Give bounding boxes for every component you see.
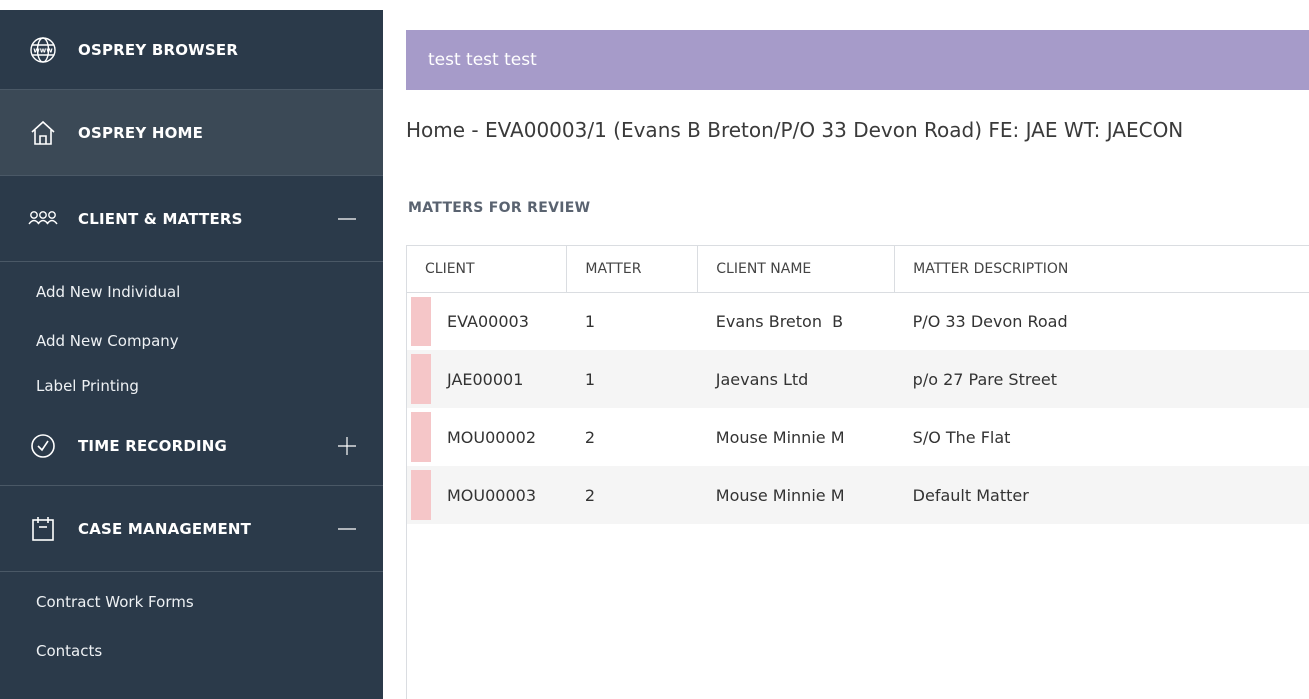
matters-table-container: CLIENT MATTER CLIENT NAME MATTER DESCRIP… bbox=[406, 245, 1309, 699]
cell-client-name: Mouse Minnie M bbox=[697, 466, 895, 524]
menu-add-new-individual[interactable]: Add New Individual bbox=[0, 268, 383, 317]
nav-client-matters[interactable]: CLIENT & MATTERS bbox=[0, 176, 383, 262]
svg-text:www: www bbox=[33, 46, 53, 54]
table-header-row: CLIENT MATTER CLIENT NAME MATTER DESCRIP… bbox=[407, 246, 1309, 293]
cell-matter-description: p/o 27 Pare Street bbox=[894, 350, 1309, 408]
cell-client: EVA00003 bbox=[407, 292, 567, 350]
nav-osprey-browser[interactable]: www OSPREY BROWSER bbox=[0, 10, 383, 90]
case-management-submenu: Contract Work Forms Contacts bbox=[0, 572, 383, 676]
column-header-matter-description[interactable]: MATTER DESCRIPTION bbox=[894, 246, 1309, 293]
cell-matter: 2 bbox=[584, 427, 596, 447]
row-flag bbox=[411, 412, 431, 462]
column-header-client-name[interactable]: CLIENT NAME bbox=[697, 246, 896, 293]
collapse-icon[interactable] bbox=[337, 519, 357, 539]
row-flag bbox=[411, 296, 431, 346]
client-code: JAE00001 bbox=[447, 369, 524, 389]
row-flag bbox=[411, 354, 431, 404]
clock-icon bbox=[28, 431, 58, 461]
nav-case-management[interactable]: CASE MANAGEMENT bbox=[0, 486, 383, 572]
cell-client: JAE00001 bbox=[407, 350, 567, 408]
nav-osprey-home[interactable]: OSPREY HOME bbox=[0, 90, 383, 176]
client-code: EVA00003 bbox=[447, 311, 529, 331]
cell-client: MOU00002 bbox=[407, 408, 567, 466]
sidebar-top-gap bbox=[0, 0, 383, 10]
cell-client-name: Mouse Minnie M bbox=[715, 427, 845, 447]
nav-osprey-browser-label: OSPREY BROWSER bbox=[78, 40, 239, 59]
home-icon bbox=[28, 118, 58, 148]
column-header-client[interactable]: CLIENT bbox=[407, 246, 568, 293]
sidebar: www OSPREY BROWSER OSPREY HOME CLIENT & … bbox=[0, 0, 383, 699]
menu-contacts[interactable]: Contacts bbox=[0, 627, 383, 676]
cell-matter-description: P/O 33 Devon Road bbox=[912, 311, 1068, 331]
nav-osprey-home-label: OSPREY HOME bbox=[78, 123, 204, 142]
nav-time-recording-label: TIME RECORDING bbox=[78, 436, 228, 455]
cell-matter: 1 bbox=[584, 311, 596, 331]
expand-icon[interactable] bbox=[337, 436, 357, 456]
section-title: MATTERS FOR REVIEW bbox=[408, 200, 591, 216]
users-icon bbox=[28, 204, 58, 234]
menu-label-printing[interactable]: Label Printing bbox=[0, 366, 383, 406]
client-code: MOU00003 bbox=[447, 485, 537, 505]
client-code: MOU00002 bbox=[447, 427, 537, 447]
table-row[interactable]: JAE00001 1 Jaevans Ltd p/o 27 Pare Stree… bbox=[407, 350, 1309, 408]
cell-matter-description: Default Matter bbox=[894, 466, 1309, 524]
client-matters-submenu: Add New Individual Add New Company Label… bbox=[0, 262, 383, 406]
collapse-icon[interactable] bbox=[337, 209, 357, 229]
menu-contract-work-forms[interactable]: Contract Work Forms bbox=[0, 578, 383, 627]
nav-client-matters-label: CLIENT & MATTERS bbox=[78, 209, 243, 228]
nav-case-management-label: CASE MANAGEMENT bbox=[78, 519, 252, 538]
nav-time-recording[interactable]: TIME RECORDING bbox=[0, 406, 383, 486]
globe-www-icon: www bbox=[28, 35, 58, 65]
calendar-icon bbox=[28, 514, 58, 544]
cell-client-name: Jaevans Ltd bbox=[697, 350, 895, 408]
cell-matter: 2 bbox=[566, 466, 698, 524]
notice-banner: test test test bbox=[406, 30, 1309, 90]
cell-matter: 1 bbox=[566, 350, 698, 408]
column-header-matter[interactable]: MATTER bbox=[566, 246, 699, 293]
table-row[interactable]: EVA00003 1 Evans Breton B P/O 33 Devon R… bbox=[407, 292, 1309, 350]
matters-table: CLIENT MATTER CLIENT NAME MATTER DESCRIP… bbox=[407, 246, 1309, 524]
table-row[interactable]: MOU00003 2 Mouse Minnie M Default Matter bbox=[407, 466, 1309, 524]
table-row[interactable]: MOU00002 2 Mouse Minnie M S/O The Flat bbox=[407, 408, 1309, 466]
cell-matter-description: S/O The Flat bbox=[912, 427, 1011, 447]
menu-add-new-company[interactable]: Add New Company bbox=[0, 317, 383, 366]
page-title: Home - EVA00003/1 (Evans B Breton/P/O 33… bbox=[406, 118, 1184, 142]
row-flag bbox=[411, 470, 431, 520]
cell-client: MOU00003 bbox=[407, 466, 567, 524]
cell-client-name: Evans Breton B bbox=[715, 311, 844, 331]
